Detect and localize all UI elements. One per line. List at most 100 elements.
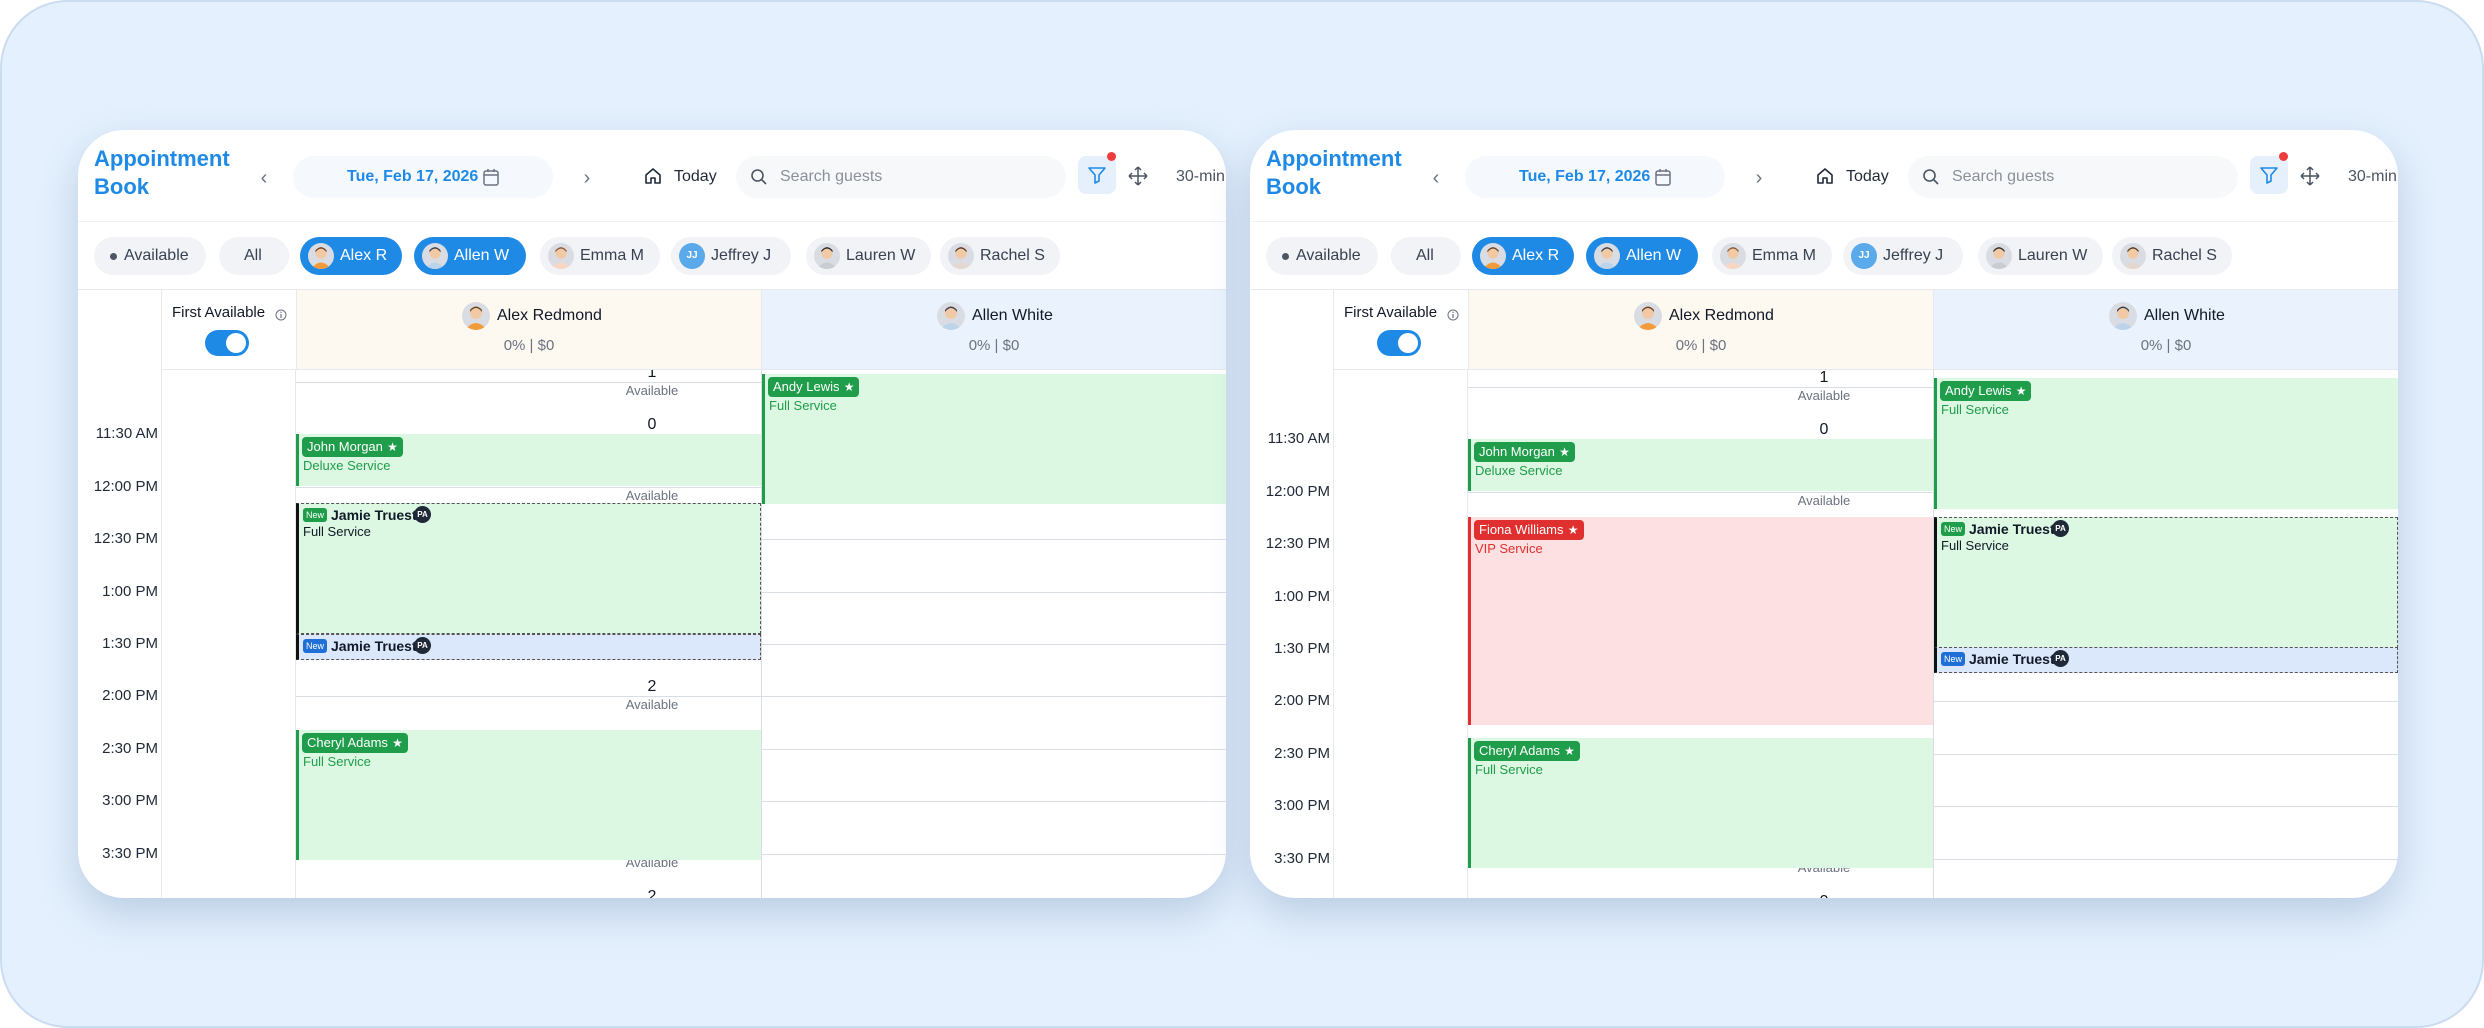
appointment-card[interactable]: New Jamie Truest PA Full Service — [1934, 517, 2398, 648]
staff-column-header: Alex Redmond 0% | $0 — [1468, 290, 1933, 370]
staff-chip[interactable]: Alex R — [300, 237, 402, 275]
info-icon — [275, 308, 287, 326]
staff-filter-bar: Available All Alex R Allen W Emma M JJ Jeffrey… — [78, 222, 1226, 290]
staff-chip[interactable]: All — [1391, 237, 1461, 275]
home-icon[interactable] — [643, 166, 663, 191]
star-icon: ★ — [2015, 384, 2027, 398]
chip-label: All — [1416, 247, 1434, 264]
toolbar: Appointment Book ‹ Tue, Feb 17, 2026 › Today… — [78, 130, 1226, 222]
new-badge: New — [303, 639, 328, 653]
status-dot-icon — [110, 253, 117, 260]
service-label: Full Service — [303, 754, 371, 769]
availability-cell: 0 — [1250, 892, 2398, 898]
appointment-card[interactable]: John Morgan ★ Deluxe Service — [1468, 439, 1933, 491]
chip-label: Lauren W — [2018, 247, 2088, 264]
date-label: Tue, Feb 17, 2026 — [1519, 168, 1651, 185]
staff-chip[interactable]: Rachel S — [940, 237, 1060, 275]
today-button[interactable]: Today — [674, 166, 717, 188]
search-input[interactable] — [780, 156, 1050, 198]
staff-chip[interactable]: Emma M — [1712, 237, 1832, 275]
guest-tag: Andy Lewis ★ — [1940, 381, 2032, 401]
avatar — [2109, 302, 2137, 330]
filter-button[interactable] — [2250, 156, 2288, 194]
staff-stats: 0% | $0 — [1675, 337, 1727, 354]
staff-chip[interactable]: Allen W — [1586, 237, 1698, 275]
schedule-grid: 11:30 AM 12:00 PM 12:30 PM 1:00 PM 1:30 PM 2:… — [78, 370, 1226, 898]
initials-badge: PA — [2052, 520, 2069, 537]
guest-name: Jamie Truest — [331, 638, 417, 654]
staff-chip[interactable]: JJ Jeffrey J — [1843, 237, 1963, 275]
chip-label: Rachel S — [980, 247, 1045, 264]
search-box[interactable] — [736, 156, 1066, 198]
star-icon: ★ — [843, 380, 855, 394]
interval-select[interactable]: 30-min — [2348, 166, 2397, 188]
move-icon[interactable] — [1128, 166, 1148, 191]
chip-label: Available — [1296, 247, 1361, 264]
chip-label: Jeffrey J — [711, 247, 772, 264]
filter-button[interactable] — [1078, 156, 1116, 194]
chip-label: Rachel S — [2152, 247, 2217, 264]
guest-name: Jamie Truest — [1969, 521, 2055, 537]
avatar — [1720, 243, 1746, 269]
chevron-left-icon[interactable]: ‹ — [1424, 166, 1448, 190]
home-icon[interactable] — [1815, 166, 1835, 191]
service-label: Deluxe Service — [303, 458, 391, 473]
service-label: Full Service — [1941, 402, 2009, 417]
date-picker[interactable]: Tue, Feb 17, 2026 — [293, 156, 553, 198]
staff-chip[interactable]: All — [219, 237, 289, 275]
filter-notification-dot — [1107, 152, 1116, 161]
appointment-card[interactable]: Cheryl Adams ★ Full Service — [1468, 738, 1933, 868]
star-icon: ★ — [1564, 744, 1575, 758]
staff-chip[interactable]: Lauren W — [1978, 237, 2103, 275]
chip-label: Available — [124, 247, 189, 264]
star-icon: ★ — [392, 736, 403, 750]
staff-name: Allen White — [2144, 307, 2225, 324]
chip-label: Allen W — [1626, 247, 1682, 264]
appointment-card[interactable]: Andy Lewis ★ Full Service — [1934, 378, 2398, 509]
appointment-card[interactable]: Fiona Williams ★ VIP Service — [1468, 517, 1933, 725]
today-button[interactable]: Today — [1846, 166, 1889, 188]
appointment-card[interactable]: New Jamie Truest PA Full Service — [296, 503, 761, 634]
staff-chip[interactable]: Emma M — [540, 237, 660, 275]
staff-chip[interactable]: Allen W — [414, 237, 526, 275]
chip-label: All — [244, 247, 262, 264]
staff-column-header: Allen White 0% | $0 — [1933, 290, 2398, 370]
guest-tag: Cheryl Adams ★ — [302, 733, 408, 753]
staff-stats: 0% | $0 — [968, 337, 1020, 354]
chip-label: Emma M — [1752, 247, 1816, 264]
interval-select[interactable]: 30-min — [1176, 166, 1225, 188]
first-available-header: First Available — [161, 290, 296, 370]
appointment-card[interactable]: New Jamie Truest PA — [1934, 647, 2398, 673]
star-icon: ★ — [1559, 445, 1570, 459]
first-available-toggle[interactable] — [205, 330, 249, 356]
chevron-right-icon[interactable]: › — [575, 166, 599, 190]
page-title: Appointment Book — [1266, 146, 1402, 199]
chip-label: Alex R — [340, 247, 388, 264]
appointment-card[interactable]: Andy Lewis ★ Full Service — [762, 374, 1226, 504]
chevron-left-icon[interactable]: ‹ — [252, 166, 276, 190]
appointment-book-panel-2: Appointment Book ‹ Tue, Feb 17, 2026 › Today… — [1250, 130, 2398, 898]
staff-chip[interactable]: Available — [1266, 237, 1378, 275]
appointment-card[interactable]: Cheryl Adams ★ Full Service — [296, 730, 761, 860]
service-label: Deluxe Service — [1475, 463, 1563, 478]
chevron-right-icon[interactable]: › — [1747, 166, 1771, 190]
search-box[interactable] — [1908, 156, 2238, 198]
appointment-card[interactable]: John Morgan ★ Deluxe Service — [296, 434, 761, 486]
staff-chip[interactable]: Rachel S — [2112, 237, 2232, 275]
avatar — [548, 243, 574, 269]
first-available-toggle[interactable] — [1377, 330, 1421, 356]
filter-notification-dot — [2279, 152, 2288, 161]
search-input[interactable] — [1952, 156, 2222, 198]
staff-stats: 0% | $0 — [2140, 337, 2192, 354]
staff-chip[interactable]: JJ Jeffrey J — [671, 237, 791, 275]
avatar — [422, 243, 448, 269]
move-icon[interactable] — [2300, 166, 2320, 191]
info-icon — [1447, 308, 1459, 326]
chip-label: Allen W — [454, 247, 510, 264]
chip-label: Emma M — [580, 247, 644, 264]
staff-chip[interactable]: Lauren W — [806, 237, 931, 275]
date-picker[interactable]: Tue, Feb 17, 2026 — [1465, 156, 1725, 198]
staff-chip[interactable]: Alex R — [1472, 237, 1574, 275]
appointment-card[interactable]: New Jamie Truest PA — [296, 634, 761, 660]
staff-chip[interactable]: Available — [94, 237, 206, 275]
